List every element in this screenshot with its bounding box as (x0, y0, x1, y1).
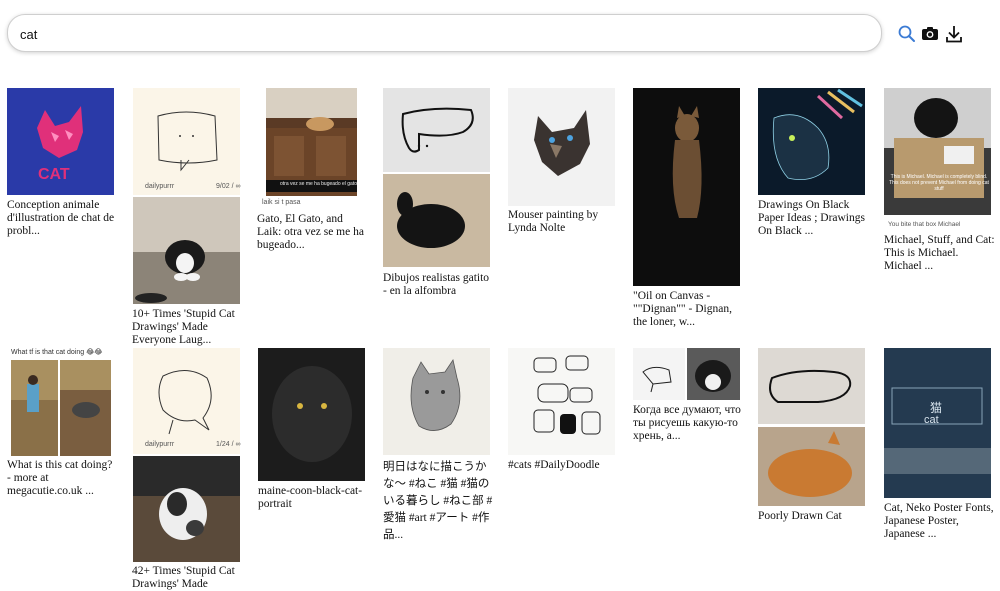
search-bar (7, 14, 882, 52)
result-image[interactable] (11, 360, 58, 456)
result-caption: Gato, El Gato, and Laik: otra vez se me … (257, 213, 364, 251)
result-image[interactable] (383, 348, 490, 455)
result-caption: Cat, Neko Poster Fonts, Japanese Poster,… (884, 502, 994, 540)
result-image[interactable] (633, 348, 685, 400)
result-caption: Dibujos realistas gatito - en la alfombr… (383, 272, 490, 297)
result-overlay-text: CAT (38, 166, 70, 183)
result-caption: 10+ Times 'Stupid Cat Drawings' Made Eve… (132, 308, 235, 346)
result-image[interactable] (133, 88, 240, 195)
result-overlay-text: 1/24 / ∞ (216, 441, 241, 448)
result-caption: 明日はなに描こうかな〜 #ねこ #猫 #猫のいる暮らし #ねこ部 #愛猫 #ar… (383, 461, 493, 541)
result-overlay-text: otra vez se me ha bugeado el gato (280, 181, 357, 187)
result-caption: Mouser painting by Lynda Nolte (508, 209, 599, 234)
result-caption: Когда все думают, что ты рисуешь какую-т… (633, 404, 741, 442)
result-image[interactable] (758, 427, 865, 506)
result-image[interactable] (383, 88, 490, 172)
result-image[interactable] (258, 348, 365, 481)
result-caption: Drawings On Black Paper Ideas ; Drawings… (758, 199, 865, 237)
result-image[interactable] (687, 348, 740, 400)
result-overlay-text: This is Michael. Michael is completely b… (889, 174, 989, 192)
result-image[interactable] (508, 348, 615, 455)
result-image[interactable] (60, 360, 111, 456)
result-image[interactable] (133, 348, 240, 454)
result-caption: Michael, Stuff, and Cat: This is Michael… (884, 234, 995, 272)
result-caption: "Oil on Canvas - ""Dignan"" - Dignan, th… (633, 290, 732, 328)
result-image[interactable] (758, 348, 865, 424)
result-overlay-text: cat (924, 414, 939, 426)
result-image[interactable] (133, 456, 240, 562)
result-image[interactable] (266, 88, 357, 196)
result-image[interactable] (884, 88, 991, 215)
result-caption: maine-coon-black-cat-portrait (258, 485, 363, 510)
search-input[interactable] (18, 23, 862, 45)
result-image[interactable] (758, 88, 865, 195)
search-icon[interactable] (897, 24, 917, 44)
result-overlay-text: You bite that box Michael (888, 221, 961, 228)
camera-icon[interactable] (920, 24, 940, 44)
result-caption: Poorly Drawn Cat (758, 510, 842, 522)
result-image[interactable] (633, 88, 740, 286)
result-caption: 42+ Times 'Stupid Cat Drawings' Made (132, 565, 235, 590)
result-overlay-text: dailypurrr (145, 441, 175, 448)
result-caption: Conception animale d'illustration de cha… (7, 199, 115, 237)
result-overlay-text: dailypurrr (145, 183, 175, 190)
result-image[interactable] (508, 88, 615, 206)
result-overlay-text: What tf is that cat doing 😂😂 (11, 349, 103, 356)
download-icon[interactable] (944, 24, 964, 44)
result-caption: What is this cat doing? - more at megacu… (7, 459, 113, 497)
result-image[interactable] (383, 174, 490, 267)
result-overlay-text: 9/02 / ∞ (216, 183, 241, 190)
result-overlay-text: laik si t pasa (262, 199, 301, 206)
result-caption: #cats #DailyDoodle (508, 459, 600, 471)
result-image[interactable] (133, 197, 240, 304)
